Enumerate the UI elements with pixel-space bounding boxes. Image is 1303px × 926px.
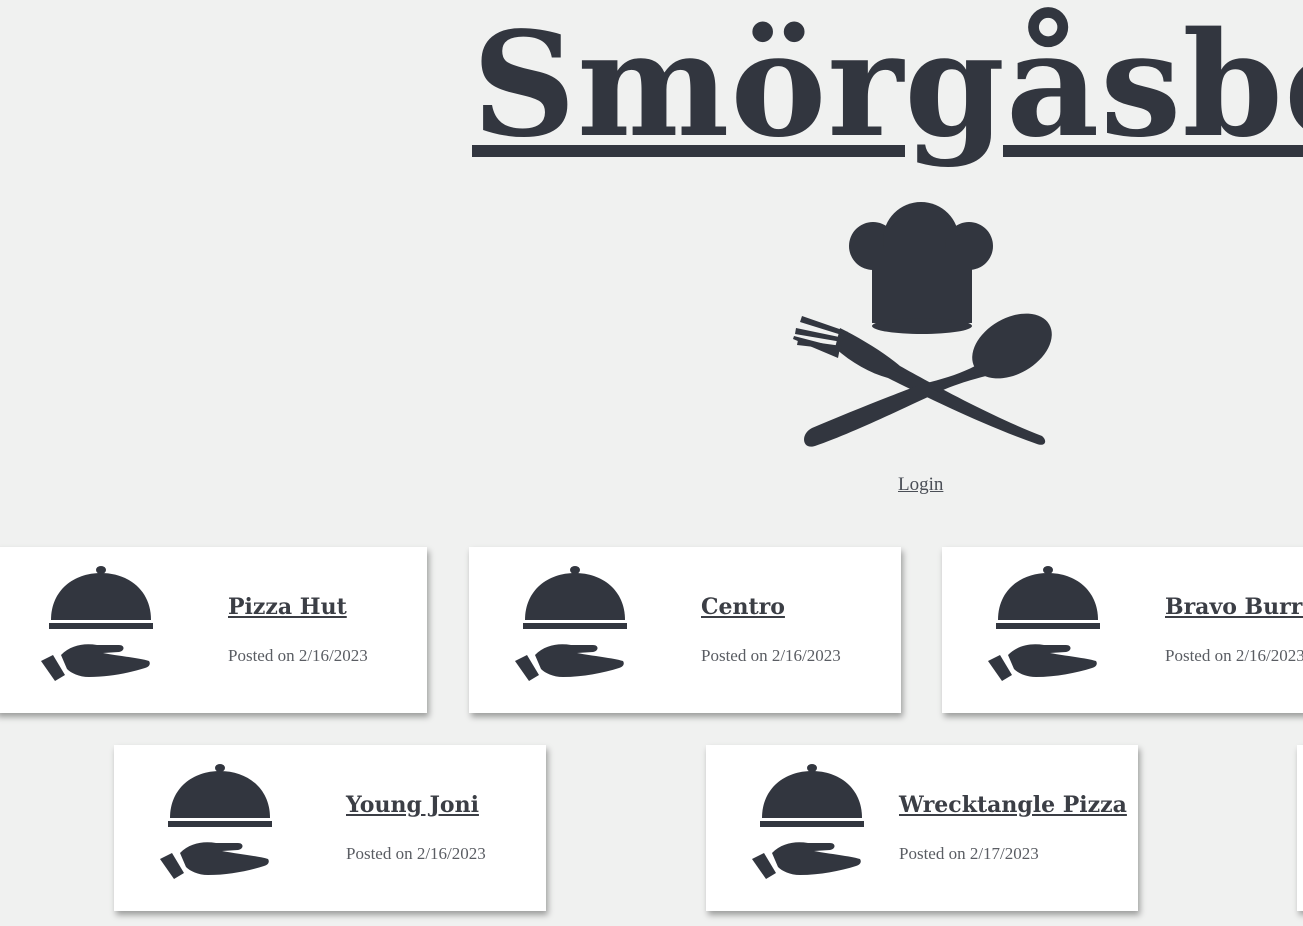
posted-date: Posted on 2/16/2023 xyxy=(346,844,486,863)
restaurant-card[interactable]: Centro Posted on 2/16/2023 xyxy=(469,547,901,713)
restaurant-card-partial[interactable] xyxy=(1297,745,1303,911)
serving-cloche-hand-icon xyxy=(515,566,627,681)
restaurant-name[interactable]: Centro xyxy=(701,594,785,620)
serving-cloche-hand-icon xyxy=(752,764,864,879)
restaurant-card[interactable]: Bravo Burrito Posted on 2/16/2023 xyxy=(942,547,1303,713)
restaurant-name[interactable]: Pizza Hut xyxy=(228,594,347,620)
restaurant-card[interactable]: Pizza Hut Posted on 2/16/2023 xyxy=(0,547,427,713)
serving-cloche-hand-icon xyxy=(41,566,153,681)
restaurant-card[interactable]: Wrecktangle Pizza Posted on 2/17/2023 xyxy=(706,745,1138,911)
posted-date: Posted on 2/16/2023 xyxy=(228,646,368,665)
posted-date: Posted on 2/17/2023 xyxy=(899,844,1039,863)
restaurant-name[interactable]: Bravo Burrito xyxy=(1165,594,1303,620)
serving-cloche-hand-icon xyxy=(160,764,272,879)
restaurant-name[interactable]: Wrecktangle Pizza xyxy=(899,792,1127,818)
restaurant-name[interactable]: Young Joni xyxy=(346,792,479,818)
page: Smörgåsbord Login xyxy=(0,0,1303,926)
posted-date: Posted on 2/16/2023 xyxy=(701,646,841,665)
posted-date: Posted on 2/16/2023 xyxy=(1165,646,1303,665)
site-title[interactable]: Smörgåsbord xyxy=(472,0,1303,170)
chef-hat-fork-spoon-icon xyxy=(793,202,1052,447)
serving-cloche-hand-icon xyxy=(988,566,1100,681)
login-link[interactable]: Login xyxy=(898,474,943,496)
restaurant-card[interactable]: Young Joni Posted on 2/16/2023 xyxy=(114,745,546,911)
